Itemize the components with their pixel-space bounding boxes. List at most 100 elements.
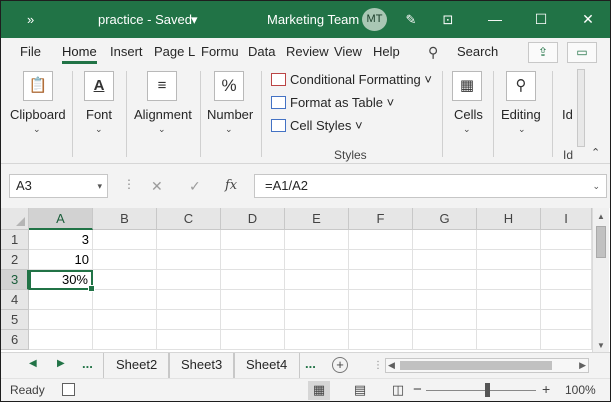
page-break-preview-button[interactable]: ◫ [387,381,409,400]
column-header-g[interactable]: G [413,208,477,230]
column-header-b[interactable]: B [93,208,157,230]
expand-formula-bar-icon[interactable]: ⌄ [592,175,600,197]
zoom-level[interactable]: 100% [565,383,596,397]
name-box[interactable]: A3 ▾ [9,174,108,198]
grid-cell[interactable] [93,230,157,250]
document-title[interactable]: practice - Saved [98,1,192,38]
grid-cell[interactable] [349,270,413,290]
grid-cell[interactable] [541,270,592,290]
grid-cell[interactable] [93,310,157,330]
grid-cell[interactable] [285,270,349,290]
grid-cell[interactable] [413,270,477,290]
cell-a2[interactable]: 10 [29,250,93,270]
grid-cell[interactable] [541,330,592,350]
insert-function-icon[interactable]: fx [225,174,237,198]
alignment-group[interactable]: ≡ Alignment ⌄ [127,66,199,163]
search-icon[interactable]: ⚲ [428,44,438,61]
clipboard-group[interactable]: 📋 Clipboard ⌄ [1,66,71,163]
grid-cell[interactable] [477,310,541,330]
tab-help[interactable]: Help [373,44,400,59]
grid-cell[interactable] [541,290,592,310]
scroll-thumb[interactable] [400,361,552,370]
row-header-4[interactable]: 4 [1,290,29,310]
grid-cell[interactable] [349,310,413,330]
cell-a1[interactable]: 3 [29,230,93,250]
grid-cell[interactable] [93,270,157,290]
grid-cell[interactable] [477,330,541,350]
grid-cell[interactable] [221,310,285,330]
grid-cell[interactable] [157,250,221,270]
grid-cell[interactable] [477,230,541,250]
grid-cell[interactable] [221,250,285,270]
grid-cell[interactable] [29,310,93,330]
grid-cell[interactable] [157,310,221,330]
maximize-button[interactable]: ☐ [521,1,561,38]
avatar[interactable]: MT [362,8,387,31]
grid-cell[interactable] [29,330,93,350]
minimize-button[interactable]: — [475,1,515,38]
font-group[interactable]: A Font ⌄ [73,66,125,163]
comments-button[interactable]: ▭ [567,42,597,63]
cell-styles-button[interactable]: Cell Styles ˅ [271,118,363,138]
sheet-tab[interactable]: Sheet2 [103,353,171,378]
normal-view-button[interactable]: ▦ [308,381,330,400]
editing-group[interactable]: ⚲ Editing ⌄ [494,66,550,163]
number-group[interactable]: % Number ⌄ [201,66,259,163]
grid-cell[interactable] [285,330,349,350]
scroll-left-icon[interactable]: ◀ [388,360,395,371]
cells-group[interactable]: ▦ Cells ⌄ [443,66,491,163]
previous-sheet-icon[interactable]: ◀ [29,358,37,369]
grid-cell[interactable] [413,310,477,330]
grid-cell[interactable] [413,250,477,270]
search-label[interactable]: Search [457,44,498,59]
grid-cell[interactable] [413,230,477,250]
grid-cell[interactable] [157,330,221,350]
grid-cell[interactable] [477,290,541,310]
tab-data[interactable]: Data [248,44,275,59]
quick-access-more-icon[interactable]: » [27,1,41,38]
macro-recording-icon[interactable] [62,383,75,396]
next-sheet-icon[interactable]: ▶ [57,358,65,369]
grid-cell[interactable] [349,290,413,310]
tab-page-layout[interactable]: Page L [154,44,195,59]
horizontal-scrollbar[interactable]: ◀ ▶ [385,358,589,373]
cell-a3[interactable]: 30% [29,270,95,292]
grid-cell[interactable] [285,230,349,250]
ideas-label[interactable]: Id [562,107,573,122]
zoom-out-button[interactable]: − [413,381,422,398]
column-header-c[interactable]: C [157,208,221,230]
vertical-scrollbar[interactable]: ▲ ▼ [592,208,609,352]
scroll-right-icon[interactable]: ▶ [579,360,586,371]
format-as-table-button[interactable]: Format as Table ˅ [271,95,394,115]
grid-cell[interactable] [93,330,157,350]
grid-cell[interactable] [349,230,413,250]
share-button[interactable]: ⇪ [528,42,558,63]
column-header-e[interactable]: E [285,208,349,230]
column-header-a[interactable]: A [29,208,93,230]
grid-cell[interactable] [285,250,349,270]
grid-cell[interactable] [541,230,592,250]
grid-cell[interactable] [221,270,285,290]
column-header-h[interactable]: H [477,208,541,230]
enter-icon[interactable]: ✓ [189,174,201,198]
row-header-5[interactable]: 5 [1,310,29,330]
sheet-tab[interactable]: Sheet3 [168,353,236,378]
row-header-2[interactable]: 2 [1,250,29,270]
grid-cell[interactable] [157,290,221,310]
grid-cell[interactable] [477,270,541,290]
grid-cell[interactable] [93,250,157,270]
tab-insert[interactable]: Insert [110,44,143,59]
grid-cell[interactable] [221,230,285,250]
grid-cell[interactable] [285,290,349,310]
scroll-thumb[interactable] [596,226,606,258]
ribbon-scrollbar[interactable] [577,69,585,147]
chevron-down-icon[interactable]: ▾ [97,175,102,197]
page-layout-view-button[interactable]: ▤ [349,381,371,400]
grid-cell[interactable] [541,250,592,270]
tab-file[interactable]: File [20,44,41,59]
tab-split-handle[interactable]: ⋮ [373,360,383,371]
row-header-3[interactable]: 3 [1,270,29,290]
grid-cell[interactable] [349,330,413,350]
grid-cell[interactable] [29,290,93,310]
tab-view[interactable]: View [334,44,362,59]
